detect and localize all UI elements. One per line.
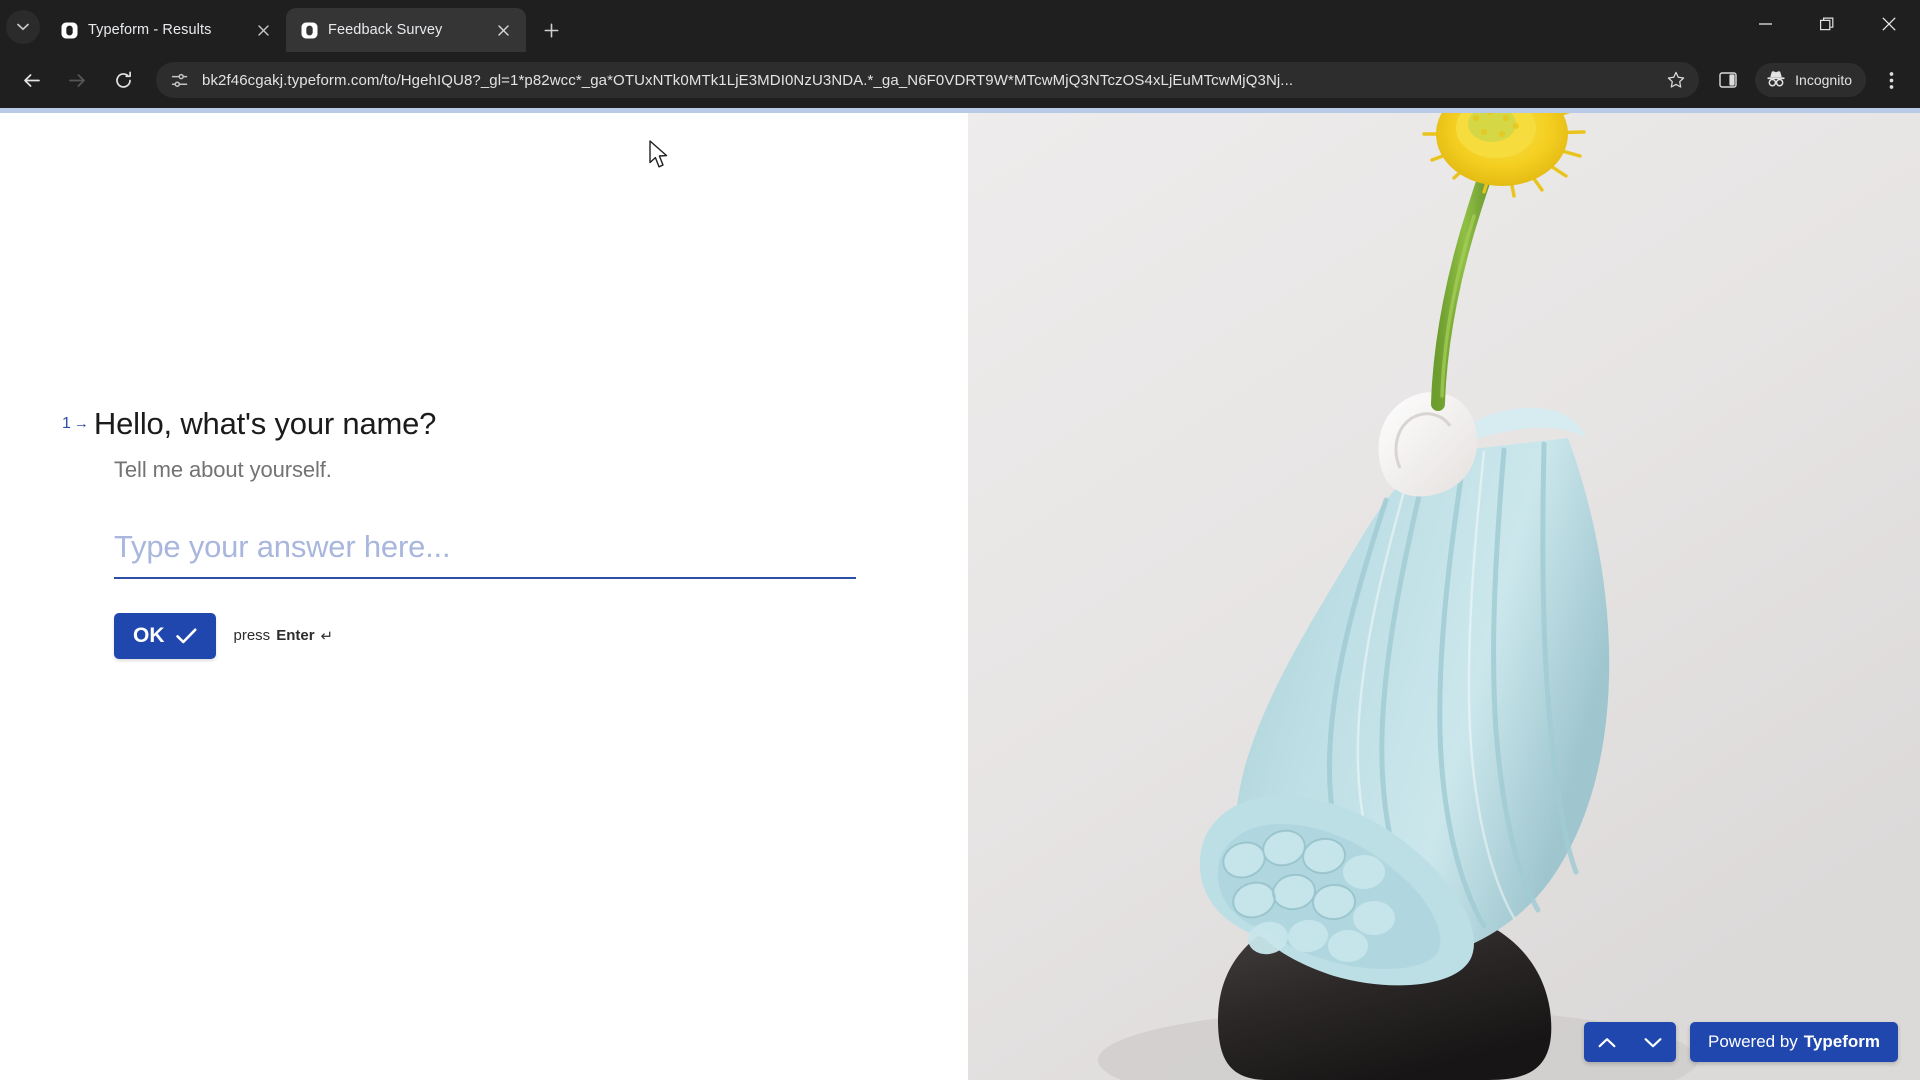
back-arrow-icon [23,73,40,87]
three-dot-menu-icon [1889,71,1893,89]
tab-feedback-survey[interactable]: Feedback Survey [286,8,526,52]
typeform-favicon [300,21,318,39]
browser-toolbar: bk2f46cgakj.typeform.com/to/HgehIQU8?_gl… [0,52,1920,108]
incognito-indicator[interactable]: Incognito [1755,63,1866,97]
question-row: 1 → Hello, what's your name? [62,404,822,444]
side-panel-icon [1719,72,1737,88]
press-enter-hint: press Enter ↵ [234,627,334,645]
question-number-value: 1 [62,415,71,432]
check-icon [175,628,196,643]
plus-icon [544,23,558,37]
sculpture-image [968,108,1920,1080]
chevron-down-icon [17,23,29,31]
ok-button[interactable]: OK [114,612,216,659]
address-bar[interactable]: bk2f46cgakj.typeform.com/to/HgehIQU8?_gl… [156,62,1700,98]
typeform-footer-controls: Powered by Typeform [1584,1022,1898,1062]
submit-row: OK press Enter ↵ [114,612,822,659]
tab-close-button[interactable] [252,19,274,41]
typeform-favicon [60,21,78,39]
press-enter-key: Enter [276,627,315,645]
tab-typeform-results[interactable]: Typeform - Results [46,8,286,52]
incognito-label: Incognito [1795,72,1852,88]
minimize-button[interactable] [1734,0,1796,48]
side-panel-button[interactable] [1709,61,1747,99]
chevron-up-icon [1598,1037,1616,1047]
close-icon [257,24,269,36]
incognito-hat-icon [1765,69,1787,92]
close-icon [1882,17,1896,31]
reload-icon [115,71,131,88]
back-button[interactable] [11,60,51,100]
answer-input[interactable] [114,528,856,579]
maximize-button[interactable] [1796,0,1858,48]
browser-window: Typeform - Results Feedback Survey bk2f4… [0,0,1920,1080]
page-viewport: 1 → Hello, what's your name? Tell me abo… [0,108,1920,1080]
forward-arrow-icon [68,73,85,87]
tab-title: Typeform - Results [88,22,212,38]
answer-field-wrapper [114,528,856,579]
typeform-media-pane: Powered by Typeform [968,108,1920,1080]
typeform-brand: Typeform [1803,1032,1880,1051]
question-arrow-icon: → [73,415,89,432]
typeform-question-pane: 1 → Hello, what's your name? Tell me abo… [0,108,968,1080]
browser-menu-button[interactable] [1872,61,1910,99]
url-text: bk2f46cgakj.typeform.com/to/HgehIQU8?_gl… [202,71,1294,89]
press-enter-prefix: press [233,627,271,645]
powered-by-typeform-badge[interactable]: Powered by Typeform [1690,1022,1898,1062]
previous-question-button[interactable] [1584,1022,1630,1062]
restore-icon [1820,17,1834,31]
tab-search-button[interactable] [6,10,40,44]
close-window-button[interactable] [1858,0,1920,48]
new-tab-button[interactable] [534,13,568,47]
tab-close-button[interactable] [492,19,514,41]
enter-return-icon: ↵ [320,627,334,645]
question-block: 1 → Hello, what's your name? Tell me abo… [62,404,856,659]
bookmark-star-icon[interactable] [1665,71,1687,89]
tab-title: Feedback Survey [328,22,443,38]
form-progress-bar [0,108,1920,113]
question-number: 1 → [62,404,89,433]
ok-button-label: OK [133,623,165,647]
window-controls [1734,0,1920,48]
reload-button[interactable] [103,60,143,100]
close-icon [497,24,509,36]
question-subtitle: Tell me about yourself. [114,456,332,482]
question-nav-group [1584,1022,1677,1062]
minimize-icon [1758,23,1772,25]
site-settings-icon[interactable] [170,71,190,90]
next-question-button[interactable] [1630,1022,1676,1062]
question-title: Hello, what's your name? [93,406,437,441]
forward-button[interactable] [57,60,97,100]
tab-strip: Typeform - Results Feedback Survey [0,0,1920,52]
chevron-down-icon [1644,1037,1662,1047]
powered-by-prefix: Powered by [1708,1032,1798,1051]
